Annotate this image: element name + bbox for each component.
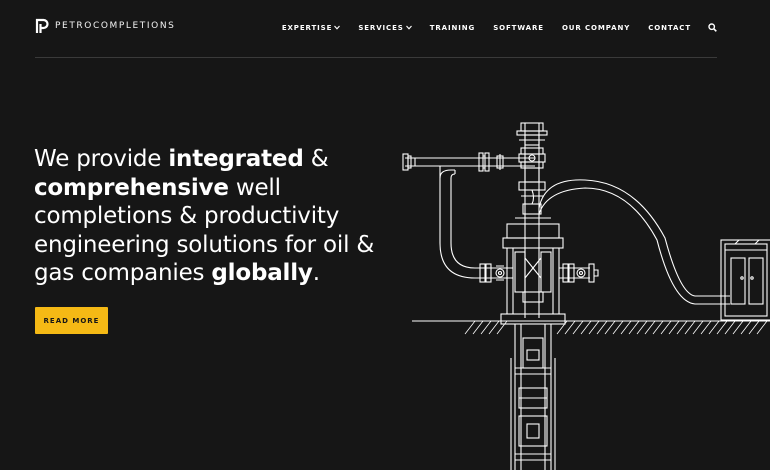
wellhead-pipeline-illustration <box>402 122 770 470</box>
hero-text-part-bold: globally <box>211 260 313 286</box>
nav-item-label: OUR COMPANY <box>561 23 631 32</box>
petrocompletions-logo-icon <box>35 18 49 33</box>
ground-hatching <box>464 320 768 335</box>
hero-heading: We provide integrated & comprehensive we… <box>34 145 394 288</box>
nav-item-label: SOFTWARE <box>493 23 544 32</box>
brand-logo[interactable]: PETROCOMPLETIONS <box>35 18 176 34</box>
search-icon[interactable] <box>708 23 717 32</box>
chevron-down-icon <box>334 25 341 30</box>
hero-text-part: . <box>312 260 320 286</box>
hero-text-part-bold: comprehensive <box>34 174 229 201</box>
nav-item-label: EXPERTISE <box>281 23 333 32</box>
nav-item-expertise[interactable]: EXPERTISE <box>281 23 341 32</box>
site-header: PETROCOMPLETIONS EXPERTISE SERVICES TRAI… <box>35 16 717 42</box>
hero-text-part: We provide <box>34 146 169 172</box>
nav-item-training[interactable]: TRAINING <box>430 24 475 32</box>
nav-item-services[interactable]: SERVICES <box>358 23 412 32</box>
nav-item-our-company[interactable]: OUR COMPANY <box>562 24 630 32</box>
header-divider <box>35 57 717 58</box>
brand-name: PETROCOMPLETIONS <box>55 21 176 31</box>
chevron-down-icon <box>405 25 412 30</box>
nav-item-label: SERVICES <box>358 23 404 32</box>
main-nav: EXPERTISE SERVICES TRAINING SOFTWARE OUR… <box>282 23 717 32</box>
hero-text-part: & <box>303 146 329 172</box>
nav-item-software[interactable]: SOFTWARE <box>493 24 544 32</box>
nav-item-contact[interactable]: CONTACT <box>648 24 691 32</box>
nav-item-label: CONTACT <box>648 23 691 32</box>
nav-item-label: TRAINING <box>429 23 476 32</box>
hero-text-part-bold: integrated <box>168 146 304 172</box>
read-more-button[interactable]: READ MORE <box>35 307 108 334</box>
